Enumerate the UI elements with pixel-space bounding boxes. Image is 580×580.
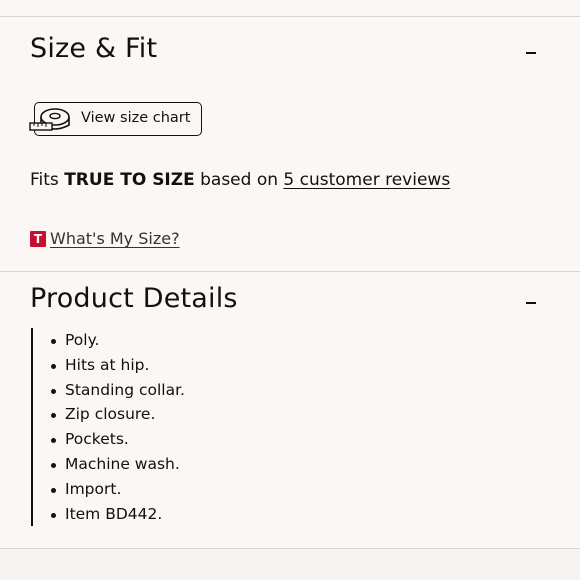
measuring-tape-icon (29, 107, 73, 137)
bottom-divider (0, 548, 580, 549)
whats-my-size[interactable]: T What's My Size? (30, 228, 180, 248)
product-details-collapse-toggle[interactable] (526, 302, 536, 304)
view-size-chart-label: View size chart (81, 110, 191, 126)
list-item: Poly. (49, 328, 331, 353)
size-fit-heading: Size & Fit (30, 33, 158, 64)
fits-prefix: Fits (30, 170, 59, 190)
list-item: Pockets. (49, 427, 331, 452)
whats-my-size-badge-icon: T (30, 230, 46, 247)
top-divider (0, 16, 580, 17)
list-item: Item BD442. (49, 502, 331, 527)
fit-summary: Fits TRUE TO SIZE based on 5 customer re… (30, 170, 450, 190)
whats-my-size-link[interactable]: What's My Size? (50, 229, 180, 248)
fit-rating: TRUE TO SIZE (64, 170, 195, 190)
next-section-placeholder (0, 550, 580, 580)
list-item: Machine wash. (49, 452, 331, 477)
customer-reviews-link[interactable]: 5 customer reviews (283, 170, 450, 190)
product-details-list: Poly. Hits at hip. Standing collar. Zip … (31, 328, 331, 526)
list-item: Standing collar. (49, 378, 331, 403)
list-item: Hits at hip. (49, 353, 331, 378)
list-item: Import. (49, 477, 331, 502)
size-fit-collapse-toggle[interactable] (526, 52, 536, 54)
fits-middle: based on (200, 170, 279, 190)
product-accordion-page: Size & Fit View size chart Fits TRUE TO … (0, 0, 580, 580)
list-item: Zip closure. (49, 402, 331, 427)
product-details-heading: Product Details (30, 283, 238, 314)
section-divider (0, 271, 580, 272)
view-size-chart-button[interactable]: View size chart (29, 102, 202, 136)
